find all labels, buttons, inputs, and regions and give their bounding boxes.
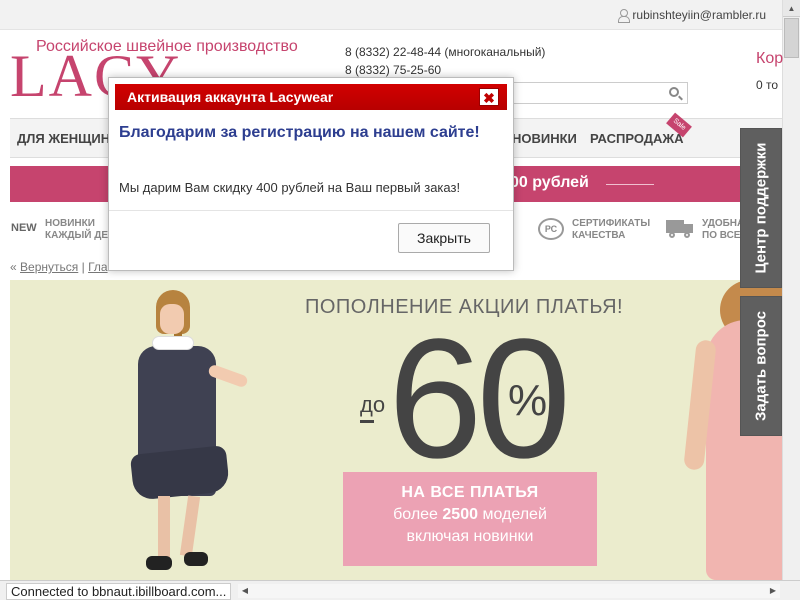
horizontal-scrollbar[interactable]: ◀ ▶ xyxy=(238,584,780,598)
nav-item-women[interactable]: ДЛЯ ЖЕНЩИН xyxy=(17,131,110,146)
user-icon xyxy=(618,9,631,23)
search-input[interactable] xyxy=(506,82,688,104)
phone-1: 8 (8332) 22-48-44 (многоканальный) xyxy=(345,45,546,59)
modal-heading: Благодарим за регистрацию на нашем сайте… xyxy=(119,124,480,141)
support-center-tab[interactable]: Центр поддержки xyxy=(740,128,782,288)
breadcrumb-home-link[interactable]: Гла xyxy=(88,260,108,274)
delivery-truck-icon xyxy=(666,220,694,238)
modal-header: Активация аккаунта Lacywear ✖ xyxy=(115,84,507,110)
page-scrollbar[interactable]: ▲ xyxy=(782,0,800,580)
offer-line3: включая новинки xyxy=(406,528,534,545)
close-icon[interactable]: ✖ xyxy=(479,88,499,106)
breadcrumb-separator: | xyxy=(81,260,85,274)
user-email[interactable]: rubinshteyiin@rambler.ru xyxy=(632,8,766,22)
certificate-icon: РС xyxy=(538,218,564,240)
modal-body-text: Мы дарим Вам скидку 400 рублей на Ваш пе… xyxy=(119,180,461,195)
offer-line1: НА ВСЕ ПЛАТЬЯ xyxy=(401,484,539,501)
feature-cert-line2: КАЧЕСТВА xyxy=(572,230,626,241)
scroll-left-arrow-icon[interactable]: ◀ xyxy=(238,584,252,598)
modal-title: Активация аккаунта Lacywear xyxy=(127,89,334,105)
cart-count: 0 то xyxy=(756,78,779,92)
nav-item-new[interactable]: НОВИНКИ xyxy=(512,131,577,146)
cart-link[interactable]: Кор xyxy=(756,50,783,68)
model-girl-image xyxy=(128,290,258,580)
scroll-right-arrow-icon[interactable]: ▶ xyxy=(766,584,780,598)
status-text: Connected to bbnaut.ibillboard.com... xyxy=(6,583,232,600)
banner-minus-sign xyxy=(360,420,374,423)
close-button[interactable]: Закрыть xyxy=(398,223,490,253)
offer-line2-suffix: моделей xyxy=(482,506,547,523)
offer-line2: более 2500 моделей xyxy=(343,506,597,524)
scroll-up-arrow-icon[interactable]: ▲ xyxy=(783,0,800,17)
feature-new-line2: КАЖДЫЙ ДЕ xyxy=(45,230,109,241)
nav-item-sale[interactable]: РАСПРОДАЖА xyxy=(590,131,684,146)
new-label: NEW xyxy=(11,222,37,234)
scrollbar-thumb[interactable] xyxy=(784,18,799,58)
offer-line2-count: 2500 xyxy=(442,506,478,523)
user-account[interactable]: rubinshteyiin@rambler.ru xyxy=(618,8,766,23)
banner-prefix: до xyxy=(360,392,386,417)
promo-divider xyxy=(606,184,654,185)
modal-divider xyxy=(109,210,513,211)
banner-percent: % xyxy=(508,376,548,425)
top-bar: rubinshteyiin@rambler.ru xyxy=(0,0,782,30)
breadcrumb: « Вернуться | Гла xyxy=(10,260,108,274)
offer-line2-prefix: более xyxy=(393,506,438,523)
banner-offer-box: НА ВСЕ ПЛАТЬЯ более 2500 моделей включая… xyxy=(343,472,597,566)
feature-certificates: СЕРТИФИКАТЫ КАЧЕСТВА xyxy=(572,218,650,242)
feature-new-arrivals: НОВИНКИ КАЖДЫЙ ДЕ xyxy=(45,218,108,242)
breadcrumb-back-arrow: « xyxy=(10,260,17,274)
feature-new-line1: НОВИНКИ xyxy=(45,218,95,229)
feature-cert-line1: СЕРТИФИКАТЫ xyxy=(572,218,651,229)
ask-question-tab[interactable]: Задать вопрос xyxy=(740,296,782,436)
support-center-label: Центр поддержки xyxy=(752,142,770,274)
ask-question-label: Задать вопрос xyxy=(752,310,770,422)
promo-banner[interactable]: ПОПОЛНЕНИЕ АКЦИИ ПЛАТЬЯ! до 60 % НА ВСЕ … xyxy=(10,280,782,580)
browser-status-bar: Connected to bbnaut.ibillboard.com... ◀ … xyxy=(0,580,800,600)
breadcrumb-back-link[interactable]: Вернуться xyxy=(20,260,78,274)
search-icon[interactable] xyxy=(669,87,679,97)
phone-numbers: 8 (8332) 22-48-44 (многоканальный) 8 (83… xyxy=(345,43,545,79)
account-activation-modal: Активация аккаунта Lacywear ✖ Благодарим… xyxy=(108,77,514,271)
promo-text: 00 рублей xyxy=(510,174,589,191)
